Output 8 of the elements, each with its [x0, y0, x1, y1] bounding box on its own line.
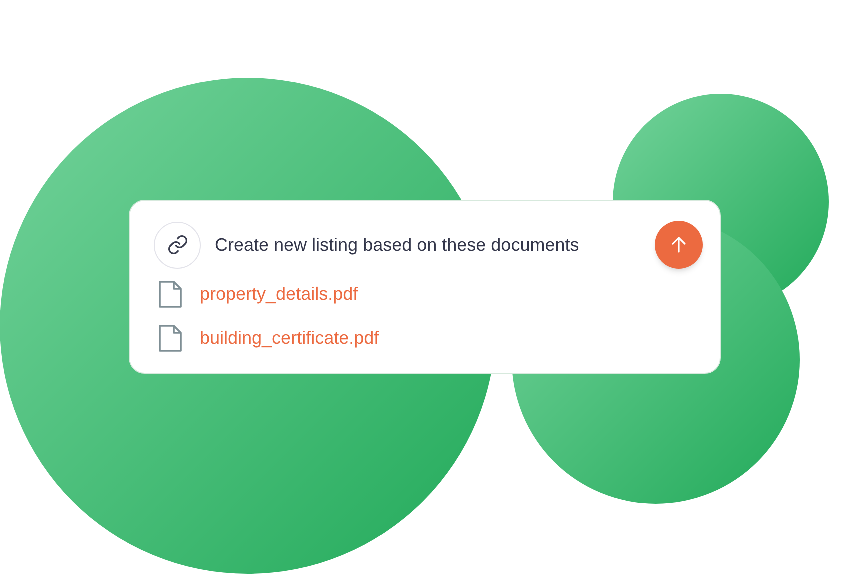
link-icon	[166, 234, 188, 256]
document-icon	[159, 325, 182, 352]
document-icon	[159, 281, 182, 308]
file-link[interactable]: property_details.pdf	[200, 281, 358, 308]
attach-button[interactable]	[154, 222, 201, 268]
prompt-text: Create new listing based on these documents	[215, 234, 580, 257]
file-link[interactable]: building_certificate.pdf	[200, 325, 380, 352]
send-button[interactable]	[655, 221, 703, 269]
